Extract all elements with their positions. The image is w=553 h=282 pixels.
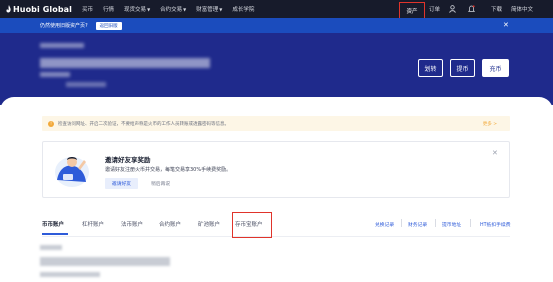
- exchange-records-link[interactable]: 兑换记录: [375, 221, 394, 228]
- tabs-divider: [42, 236, 510, 237]
- back-to-old-version-button[interactable]: 返回旧版: [95, 21, 122, 30]
- content-panel-top: [0, 97, 553, 117]
- bell-icon[interactable]: [468, 5, 475, 13]
- active-tab-indicator: [42, 233, 68, 235]
- transfer-button[interactable]: 划转: [418, 59, 443, 77]
- old-version-banner: 仍然使用旧版资产页? 返回旧版 ✕: [0, 18, 553, 33]
- flame-icon: [6, 5, 11, 13]
- nav-assets-label: 资产: [406, 8, 418, 15]
- nav-buy-crypto[interactable]: 买币: [82, 5, 93, 13]
- close-icon[interactable]: ✕: [503, 21, 509, 29]
- nav-wealth[interactable]: 财富管理▼: [196, 5, 222, 13]
- invite-illustration-icon: [55, 157, 89, 187]
- invite-title: 邀请好友享奖励: [105, 156, 151, 164]
- chevron-down-icon: ▼: [147, 7, 151, 12]
- withdraw-address-link[interactable]: 提币地址: [442, 221, 461, 228]
- blurred-balance-detail: [66, 82, 106, 87]
- language-selector[interactable]: 简体中文: [511, 5, 533, 13]
- nav-assets[interactable]: 资产: [399, 2, 425, 19]
- link-separator: [401, 219, 402, 227]
- notice-more-link[interactable]: 更多 >: [483, 121, 497, 127]
- nav-contract-trading-label: 合约交易: [160, 7, 183, 13]
- highlight-box: [232, 212, 272, 238]
- blurred-spot-sub: [40, 272, 100, 277]
- blurred-spot-balance: [40, 257, 170, 266]
- link-separator: [435, 219, 436, 227]
- tab-contract-account[interactable]: 合约账户: [159, 220, 181, 228]
- nav-spot-trading[interactable]: 现货交易▼: [124, 5, 150, 13]
- warning-icon: !: [48, 120, 54, 127]
- blurred-label: [40, 245, 62, 250]
- chevron-down-icon: ▼: [219, 7, 223, 12]
- account-tabs: 币币账户 杠杆账户 法币账户 合约账户 矿池账户 存币宝账户: [42, 213, 542, 237]
- chevron-down-icon: ▼: [183, 7, 187, 12]
- close-icon[interactable]: ✕: [492, 149, 498, 157]
- blurred-balance: [40, 58, 210, 68]
- nav-orders[interactable]: 订单: [429, 5, 440, 13]
- financial-records-link[interactable]: 财务记录: [408, 221, 427, 228]
- remind-later-link[interactable]: 稍后再说: [151, 180, 170, 187]
- nav-academy[interactable]: 成长学院: [232, 5, 254, 13]
- banner-message: 仍然使用旧版资产页?: [40, 23, 88, 29]
- user-icon[interactable]: [449, 5, 456, 13]
- tab-pool-account[interactable]: 矿池账户: [198, 220, 220, 228]
- ht-fee-deduction-link[interactable]: HT抵扣手续费: [480, 221, 511, 228]
- blurred-account-info: [40, 43, 84, 48]
- tab-fiat-account[interactable]: 法币账户: [121, 220, 143, 228]
- security-notice: ! 检查访问网址、开启二次验证，不要给声称是火币的工作人员转账或透露密码等信息。…: [42, 116, 510, 131]
- withdraw-button[interactable]: 提币: [450, 59, 475, 77]
- tab-spot-account[interactable]: 币币账户: [42, 220, 64, 228]
- notice-text: 检查访问网址、开启二次验证，不要给声称是火币的工作人员转账或透露密码等信息。: [58, 121, 229, 127]
- invite-friends-button[interactable]: 邀请好友: [105, 178, 138, 189]
- nav-download[interactable]: 下载: [491, 5, 502, 13]
- logo-text: Huobi Global: [13, 4, 73, 14]
- deposit-button[interactable]: 充币: [482, 59, 509, 77]
- nav-contract-trading[interactable]: 合约交易▼: [160, 5, 186, 13]
- nav-wealth-label: 财富管理: [196, 7, 219, 13]
- logo[interactable]: Huobi Global: [6, 5, 72, 14]
- blurred-balance-sub: [40, 72, 70, 77]
- link-separator: [470, 219, 471, 227]
- invite-description: 邀请好友注册火币并交易，每笔交易享30%手续费奖励。: [105, 167, 232, 173]
- nav-spot-trading-label: 现货交易: [124, 7, 147, 13]
- tab-margin-account[interactable]: 杠杆账户: [82, 220, 104, 228]
- nav-markets[interactable]: 行情: [103, 5, 114, 13]
- invite-friends-card: 邀请好友享奖励 邀请好友注册火币并交易，每笔交易享30%手续费奖励。 邀请好友 …: [42, 141, 510, 198]
